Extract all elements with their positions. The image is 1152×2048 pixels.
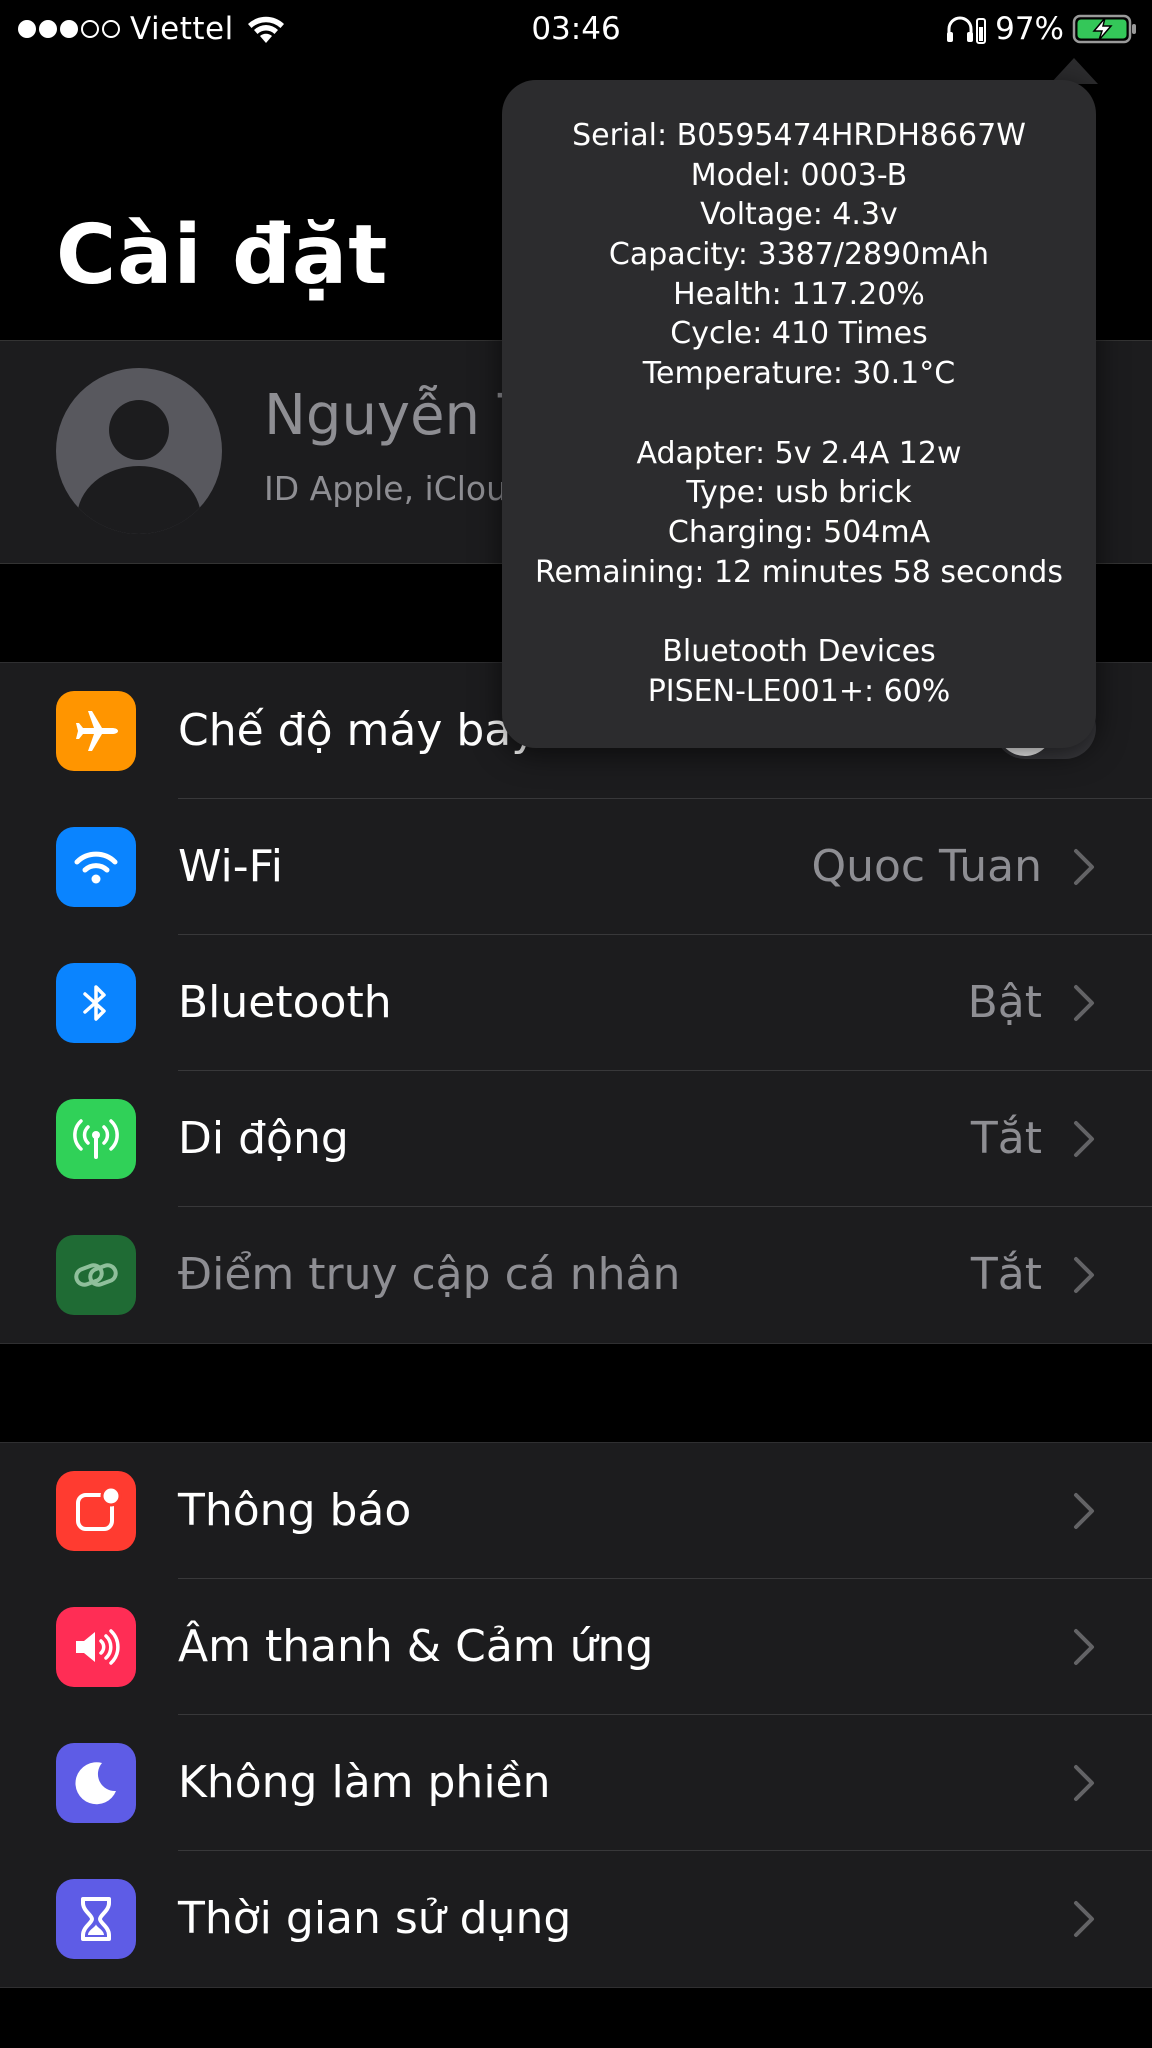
bluetooth-icon — [56, 963, 136, 1043]
battery-info-popup[interactable]: Serial: B0595474HRDH8667W Model: 0003-B … — [502, 80, 1096, 748]
adapter-line: Adapter: 5v 2.4A 12w — [636, 435, 962, 471]
profile-subtitle: ID Apple, iClou — [264, 469, 508, 508]
wifi-row[interactable]: Wi-Fi Quoc Tuan — [0, 799, 1152, 935]
cycle-line: Cycle: 410 Times — [670, 316, 928, 352]
personal-hotspot-value: Tắt — [970, 1249, 1042, 1300]
battery-percentage: 97% — [995, 11, 1064, 47]
model-line: Model: 0003-B — [690, 157, 908, 193]
chevron-right-icon — [1074, 1121, 1094, 1157]
charging-line: Charging: 504mA — [667, 514, 931, 550]
cellular-status-value: Tắt — [970, 1113, 1042, 1164]
bluetooth-row[interactable]: Bluetooth Bật — [0, 935, 1152, 1071]
page-title: Cài đặt — [56, 208, 389, 303]
remaining-line: Remaining: 12 minutes 58 seconds — [535, 554, 1063, 590]
avatar — [56, 368, 222, 534]
bluetooth-label: Bluetooth — [178, 977, 392, 1028]
status-right: 97% — [945, 8, 1138, 50]
screen-time-row[interactable]: Thời gian sử dụng — [0, 1851, 1152, 1987]
personal-hotspot-label: Điểm truy cập cá nhân — [178, 1249, 681, 1300]
chevron-right-icon — [1074, 985, 1094, 1021]
notifications-label: Thông báo — [178, 1485, 412, 1536]
chevron-right-icon — [1074, 1629, 1094, 1665]
antenna-icon — [56, 1099, 136, 1179]
moon-icon — [56, 1743, 136, 1823]
screen-time-label: Thời gian sử dụng — [178, 1893, 572, 1944]
person-silhouette-icon — [77, 400, 201, 534]
notification-badge-icon — [56, 1471, 136, 1551]
hourglass-icon — [56, 1879, 136, 1959]
airplane-icon — [56, 691, 136, 771]
voltage-line: Voltage: 4.3v — [700, 197, 898, 233]
wifi-icon — [56, 827, 136, 907]
cellular-label: Di động — [178, 1113, 349, 1164]
bluetooth-status-value: Bật — [967, 977, 1042, 1028]
type-line: Type: usb brick — [686, 475, 912, 511]
chevron-right-icon — [1074, 849, 1094, 885]
sounds-haptics-label: Âm thanh & Cảm ứng — [178, 1621, 654, 1672]
serial-line: Serial: B0595474HRDH8667W — [572, 118, 1026, 153]
headphone-battery-icon — [947, 16, 987, 44]
sounds-haptics-row[interactable]: Âm thanh & Cảm ứng — [0, 1579, 1152, 1715]
wifi-network-value: Quoc Tuan — [811, 841, 1042, 892]
battery-charging-icon — [1072, 14, 1136, 44]
chevron-right-icon — [1074, 1901, 1094, 1937]
notifications-group: Thông báo Âm thanh & Cảm ứng Không làm p… — [0, 1442, 1152, 1988]
personal-hotspot-row[interactable]: Điểm truy cập cá nhân Tắt — [0, 1207, 1152, 1343]
wifi-label: Wi-Fi — [178, 841, 283, 892]
hotspot-link-icon — [56, 1235, 136, 1315]
temperature-line: Temperature: 30.1°C — [642, 356, 956, 392]
health-line: Health: 117.20% — [673, 276, 925, 312]
do-not-disturb-row[interactable]: Không làm phiền — [0, 1715, 1152, 1851]
chevron-right-icon — [1074, 1493, 1094, 1529]
chevron-right-icon — [1074, 1257, 1094, 1293]
cellular-row[interactable]: Di động Tắt — [0, 1071, 1152, 1207]
speaker-icon — [56, 1607, 136, 1687]
notifications-row[interactable]: Thông báo — [0, 1443, 1152, 1579]
airplane-mode-label: Chế độ máy bay — [178, 705, 538, 756]
profile-name: Nguyễn T — [264, 383, 533, 448]
status-bar: Viettel 03:46 97% — [0, 0, 1152, 58]
connectivity-group: Chế độ máy bay Wi-Fi Quoc Tuan Bluetooth… — [0, 662, 1152, 1344]
bluetooth-device-line: PISEN-LE001+: 60% — [647, 673, 951, 709]
battery-info-lines: Serial: B0595474HRDH8667W Model: 0003-B … — [502, 116, 1096, 711]
bluetooth-devices-heading: Bluetooth Devices — [662, 633, 936, 669]
do-not-disturb-label: Không làm phiền — [178, 1757, 551, 1808]
chevron-right-icon — [1074, 1765, 1094, 1801]
capacity-line: Capacity: 3387/2890mAh — [608, 237, 990, 273]
